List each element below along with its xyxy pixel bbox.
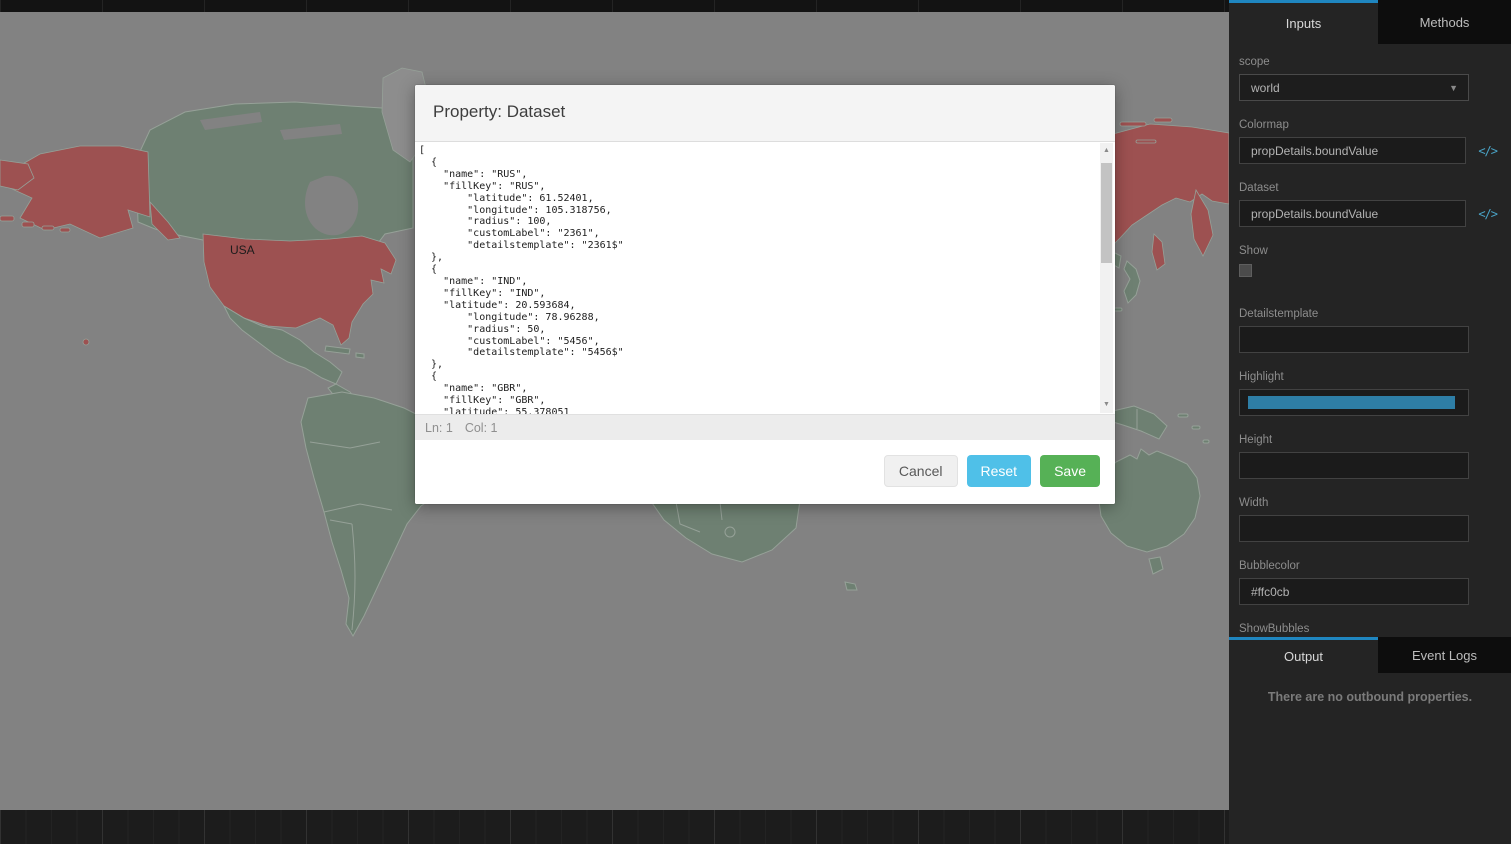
scope-label: scope	[1239, 56, 1497, 68]
scope-select[interactable]: world ▼	[1239, 74, 1469, 101]
modal-footer: Cancel Reset Save	[415, 440, 1115, 504]
code-bind-icon[interactable]: </>	[1478, 144, 1497, 158]
dataset-label: Dataset	[1239, 182, 1497, 194]
bubblecolor-input[interactable]	[1239, 578, 1469, 605]
height-input[interactable]	[1239, 452, 1469, 479]
outbound-empty-message: There are no outbound properties.	[1229, 690, 1511, 704]
detailstemplate-input[interactable]	[1239, 326, 1469, 353]
editor-statusbar: Ln: 1 Col: 1	[415, 414, 1115, 440]
code-editor[interactable]: [ { "name": "RUS", "fillKey": "RUS", "la…	[415, 142, 1115, 414]
colormap-input[interactable]	[1239, 137, 1466, 164]
sidebar-tabbar: Inputs Methods	[1229, 0, 1511, 44]
canvas-grid-top	[0, 0, 1229, 12]
colormap-label: Colormap	[1239, 119, 1497, 131]
output-panel: Output Event Logs There are no outbound …	[1229, 637, 1511, 844]
code-editor-content[interactable]: [ { "name": "RUS", "fillKey": "RUS", "la…	[415, 142, 1115, 414]
tab-event-logs[interactable]: Event Logs	[1378, 637, 1511, 673]
editor-scrollbar[interactable]: ▲ ▼	[1100, 143, 1113, 413]
highlight-input[interactable]	[1239, 389, 1469, 416]
bubblecolor-label: Bubblecolor	[1239, 560, 1497, 572]
country-canada	[136, 102, 413, 256]
field-bubblecolor: Bubblecolor	[1239, 560, 1497, 605]
detailstemplate-label: Detailstemplate	[1239, 308, 1497, 320]
modal-header: Property: Dataset	[415, 85, 1115, 142]
field-detailstemplate: Detailstemplate	[1239, 308, 1497, 353]
code-bind-icon[interactable]: </>	[1478, 207, 1497, 221]
field-height: Height	[1239, 434, 1497, 479]
field-highlight: Highlight	[1239, 371, 1497, 416]
field-colormap: Colormap </>	[1239, 119, 1497, 164]
cancel-button[interactable]: Cancel	[884, 455, 958, 487]
save-button[interactable]: Save	[1040, 455, 1100, 487]
chevron-down-icon: ▼	[1449, 83, 1458, 93]
scroll-up-icon[interactable]: ▲	[1100, 145, 1113, 157]
tab-output[interactable]: Output	[1229, 637, 1378, 673]
field-dataset: Dataset </>	[1239, 182, 1497, 227]
field-showbubbles: ShowBubbles	[1239, 623, 1497, 635]
app-stage: USA	[0, 0, 1511, 844]
output-tabbar: Output Event Logs	[1229, 637, 1511, 673]
show-label: Show	[1239, 245, 1497, 257]
tab-methods[interactable]: Methods	[1378, 0, 1511, 44]
dataset-input[interactable]	[1239, 200, 1466, 227]
field-show: Show	[1239, 245, 1497, 282]
scroll-down-icon[interactable]: ▼	[1100, 399, 1113, 411]
highlight-selection-bar	[1248, 396, 1455, 409]
scrollbar-thumb[interactable]	[1101, 163, 1112, 263]
property-dataset-modal: Property: Dataset [ { "name": "RUS", "fi…	[415, 85, 1115, 504]
properties-sidebar: Inputs Methods scope world ▼ Colormap </…	[1229, 0, 1511, 844]
width-label: Width	[1239, 497, 1497, 509]
field-scope: scope world ▼	[1239, 56, 1497, 101]
usa-map-label: USA	[230, 243, 255, 257]
show-checkbox[interactable]	[1239, 264, 1252, 277]
canvas-grid-bottom	[0, 810, 1229, 844]
scope-select-value: world	[1251, 81, 1280, 95]
highlight-label: Highlight	[1239, 371, 1497, 383]
inputs-field-list: scope world ▼ Colormap </> Dataset </>	[1229, 44, 1511, 637]
modal-title: Property: Dataset	[433, 102, 565, 121]
reset-button[interactable]: Reset	[967, 455, 1032, 487]
width-input[interactable]	[1239, 515, 1469, 542]
showbubbles-label: ShowBubbles	[1239, 623, 1497, 635]
tab-inputs[interactable]: Inputs	[1229, 0, 1378, 44]
height-label: Height	[1239, 434, 1497, 446]
line-indicator: Ln: 1	[425, 421, 453, 435]
column-indicator: Col: 1	[465, 421, 498, 435]
field-width: Width	[1239, 497, 1497, 542]
